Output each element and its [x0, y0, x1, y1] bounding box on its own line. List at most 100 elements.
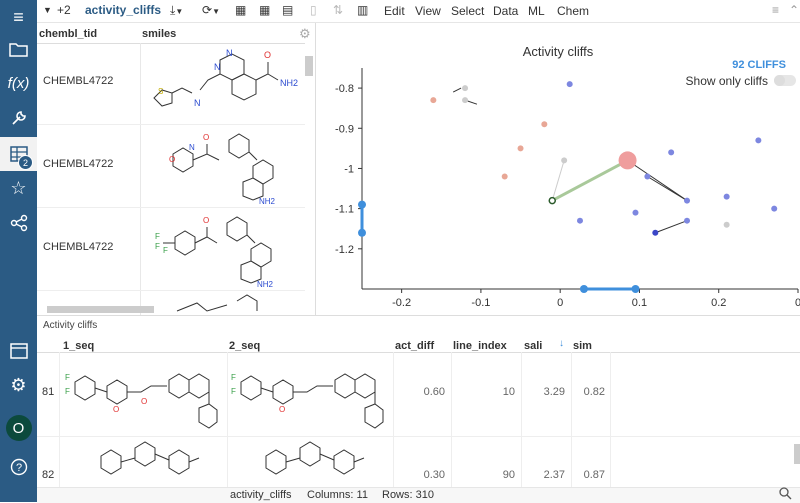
row-divider: [37, 124, 305, 125]
data-point: [618, 151, 637, 170]
menu-edit[interactable]: Edit: [384, 4, 405, 18]
table-name[interactable]: activity_cliffs: [85, 3, 161, 17]
menu-ml[interactable]: ML: [528, 4, 545, 18]
data-point: [501, 173, 508, 180]
horizontal-scrollbar[interactable]: [47, 306, 154, 313]
col-divider: [521, 352, 522, 488]
grid-view-icon[interactable]: ▦: [235, 3, 246, 17]
cell-chembl-tid[interactable]: CHEMBL4722: [43, 75, 113, 87]
cell-sali[interactable]: 3.29: [525, 386, 565, 398]
col-header-2-seq[interactable]: 2_seq: [229, 340, 260, 352]
star-icon[interactable]: ☆: [0, 171, 37, 205]
table-layout-icon[interactable]: ▤: [282, 3, 293, 17]
download-icon[interactable]: ⤓▼: [170, 3, 183, 18]
y-range-handle: [358, 228, 366, 237]
col-header-sim[interactable]: sim: [573, 340, 592, 352]
hamburger-icon[interactable]: ≡: [772, 3, 779, 17]
status-table-name[interactable]: activity_cliffs: [230, 489, 292, 501]
functions-icon[interactable]: f(x): [0, 66, 37, 100]
svg-text:O: O: [141, 397, 147, 406]
left-sidebar: ≡ f(x) 2 ☆ ⚙ O ?: [0, 0, 37, 502]
cell-sim[interactable]: 0.82: [573, 386, 605, 398]
vertical-scrollbar[interactable]: [794, 444, 800, 464]
col-header-sali[interactable]: sali: [524, 340, 542, 352]
panel-icon[interactable]: ▯: [310, 3, 317, 17]
grid-settings-icon[interactable]: ⚙: [299, 26, 311, 42]
y-tick-label: -1: [344, 163, 354, 175]
refresh-icon[interactable]: ⟳▼: [202, 3, 220, 17]
y-range-handle: [358, 200, 366, 209]
data-point: [548, 196, 557, 205]
col-divider: [140, 43, 141, 315]
col-divider: [451, 352, 452, 488]
data-point: [462, 97, 469, 104]
svg-text:F: F: [65, 387, 70, 396]
cell-chembl-tid[interactable]: CHEMBL4722: [43, 241, 113, 253]
help-icon[interactable]: ?: [0, 450, 37, 484]
cell-sim[interactable]: 0.87: [573, 469, 605, 481]
menu-chem[interactable]: Chem: [557, 4, 589, 18]
data-point: [462, 85, 469, 92]
svg-text:N: N: [214, 62, 221, 72]
vertical-scrollbar[interactable]: [305, 56, 313, 76]
bar-chart-icon[interactable]: ▥: [357, 3, 368, 17]
cell-act-diff[interactable]: 0.30: [397, 469, 445, 481]
y-tick-label: -1.1: [335, 204, 354, 216]
svg-text:O: O: [203, 133, 209, 142]
menu-view[interactable]: View: [415, 4, 441, 18]
wrench-icon[interactable]: [0, 101, 37, 135]
smiles-amine-label: NH2: [259, 197, 276, 206]
svg-text:O: O: [264, 50, 271, 60]
grid-layout-icon[interactable]: ▦: [259, 3, 270, 17]
col-header-1-seq[interactable]: 1_seq: [63, 340, 94, 352]
svg-text:N: N: [194, 98, 201, 108]
data-point: [644, 173, 651, 180]
data-point: [755, 137, 762, 144]
chevron-down-icon[interactable]: ▼: [43, 5, 52, 15]
menu-select[interactable]: Select: [451, 4, 484, 18]
cliff-line: [647, 176, 688, 202]
svg-text:F: F: [231, 387, 236, 396]
activity-cliffs-table: Activity cliffs 1_seq 2_seq act_diff lin…: [37, 315, 800, 488]
tables-count-badge: 2: [18, 155, 33, 170]
svg-text:O: O: [279, 405, 285, 414]
svg-text:F: F: [155, 232, 160, 241]
settings-icon[interactable]: ⚙: [0, 368, 37, 402]
share-icon[interactable]: [0, 206, 37, 240]
dashboard-icon[interactable]: [0, 334, 37, 368]
user-avatar[interactable]: O: [0, 411, 37, 445]
extra-tables-count[interactable]: +2: [57, 3, 71, 17]
chart-canvas[interactable]: -0.8 -0.9 -1 -1.1 -1.2 -0.2 -0.1 0 0.1 0.2 0: [316, 23, 800, 315]
data-point: [577, 217, 583, 224]
sequence-structure: [100, 441, 200, 475]
data-point: [723, 221, 730, 228]
cell-line-index[interactable]: 90: [455, 469, 515, 481]
cliff-line: [627, 160, 688, 202]
col-header-act-diff[interactable]: act_diff: [395, 340, 434, 352]
sort-icon[interactable]: ⇅: [333, 3, 343, 17]
col-divider: [393, 352, 394, 488]
search-icon[interactable]: [779, 487, 792, 503]
cell-act-diff[interactable]: 0.60: [397, 386, 445, 398]
collapse-icon[interactable]: ⌃: [789, 3, 799, 17]
svg-text:O: O: [113, 405, 119, 414]
col-header-line-index[interactable]: line_index: [453, 340, 507, 352]
menu-data[interactable]: Data: [493, 4, 518, 18]
table-title: Activity cliffs: [43, 320, 98, 331]
tables-icon[interactable]: 2: [0, 137, 37, 171]
cell-line-index[interactable]: 10: [455, 386, 515, 398]
col-header-chembl-tid[interactable]: chembl_tid: [39, 28, 97, 40]
data-point: [652, 229, 659, 236]
open-folder-icon[interactable]: [0, 32, 37, 66]
menu-icon[interactable]: ≡: [0, 0, 37, 34]
col-divider: [610, 352, 611, 488]
sequence-structure: [265, 441, 365, 475]
sort-desc-icon[interactable]: ↓: [559, 338, 564, 349]
molecule-structure: [176, 294, 258, 312]
cliff-line: [655, 220, 688, 234]
cell-sali[interactable]: 2.37: [525, 469, 565, 481]
cell-chembl-tid[interactable]: CHEMBL4722: [43, 158, 113, 170]
col-header-smiles[interactable]: smiles: [142, 28, 176, 40]
svg-text:F: F: [65, 373, 70, 382]
x-tick-label: 0.2: [711, 297, 726, 309]
